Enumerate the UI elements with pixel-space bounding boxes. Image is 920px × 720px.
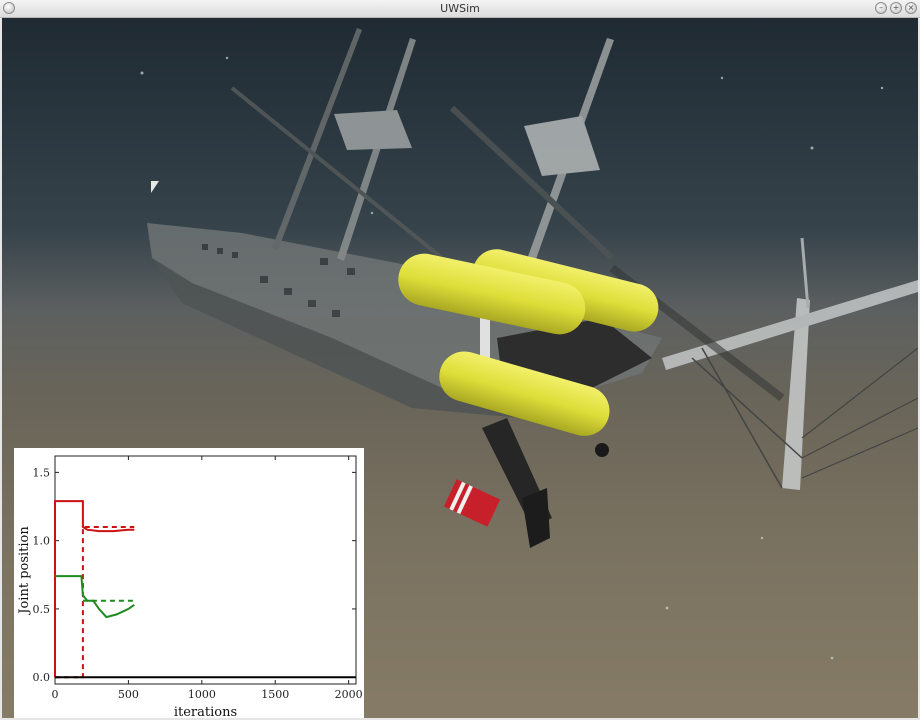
- x-tick-label: 0: [52, 688, 59, 701]
- window-title: UWSim: [440, 2, 480, 15]
- y-tick-label: 1.5: [33, 466, 51, 479]
- y-tick-label: 0.5: [33, 603, 51, 616]
- y-tick-label: 0.0: [33, 671, 51, 684]
- target-box: [443, 479, 501, 527]
- chart-svg: 0 500 1000 1500 2000 0.0 0.5 1.0 1.5 iterations Jo…: [17, 455, 363, 718]
- x-tick-label: 1000: [188, 688, 216, 701]
- y-axis-label: Joint position: [17, 526, 32, 616]
- window-menu-icon[interactable]: [3, 2, 15, 14]
- x-axis-label: iterations: [174, 705, 237, 718]
- x-tick-label: 500: [118, 688, 139, 701]
- y-tick-label: 1.0: [33, 535, 51, 548]
- uwsim-window: UWSim – + × 0 500 1000 1500 2000 0.0 0.5…: [0, 0, 920, 720]
- x-tick-label: 2000: [335, 688, 363, 701]
- series-line-2: [55, 575, 135, 619]
- joint-position-plot: 0 500 1000 1500 2000 0.0 0.5 1.0 1.5 iterations Jo…: [14, 448, 364, 718]
- close-icon[interactable]: ×: [905, 2, 917, 14]
- title-bar[interactable]: UWSim – + ×: [0, 0, 920, 18]
- maximize-icon[interactable]: +: [890, 2, 902, 14]
- plot-frame: [54, 455, 357, 685]
- x-tick-label: 1500: [261, 688, 289, 701]
- 3d-viewport[interactable]: 0 500 1000 1500 2000 0.0 0.5 1.0 1.5 iterations Jo…: [2, 18, 918, 718]
- mouse-cursor-icon: [151, 181, 159, 193]
- minimize-icon[interactable]: –: [875, 2, 887, 14]
